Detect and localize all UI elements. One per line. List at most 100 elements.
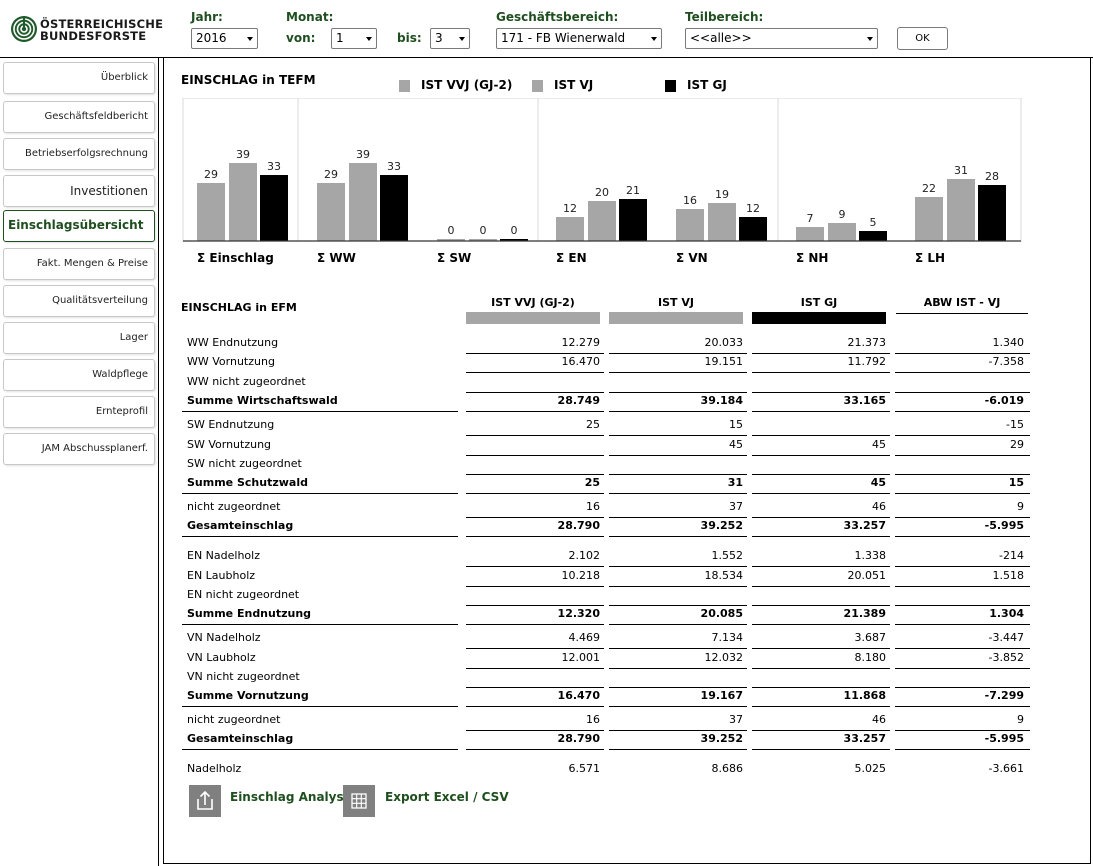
- sidebar-item-jam-abschussplanerf[interactable]: JAM Abschussplanerf.: [3, 433, 155, 465]
- table-row: Summe Endnutzung 12.320 20.085 21.389 1.304: [182, 605, 1030, 625]
- table-cell: 11.792: [847, 355, 887, 368]
- category-label: Σ LH: [915, 251, 945, 265]
- row-label: EN nicht zugeordnet: [187, 588, 300, 601]
- table-title: EINSCHLAG in EFM: [181, 301, 297, 314]
- table-cell: -5.995: [984, 519, 1024, 532]
- logo-text-line2: BUNDESFORSTE: [40, 29, 147, 43]
- table-cell: 10.218: [561, 569, 601, 582]
- row-label: Gesamteinschlag: [187, 519, 294, 532]
- von-select[interactable]: 1: [331, 28, 377, 49]
- data-label: 33: [387, 160, 401, 173]
- table-row: SW Endnutzung 25 15 -15: [182, 416, 1030, 436]
- analyse-button[interactable]: [189, 785, 221, 817]
- chart-bar: [708, 203, 736, 241]
- table-cell: -7.358: [988, 355, 1024, 368]
- table-cell: 2.102: [568, 549, 601, 562]
- cell-divider: [752, 749, 890, 750]
- row-divider: [182, 706, 458, 707]
- sidebar-item-waldpflege[interactable]: Waldpflege: [3, 359, 155, 391]
- teilbereich-select[interactable]: <<alle>>: [685, 28, 878, 49]
- table-row: Gesamteinschlag 28.790 39.252 33.257 -5.995: [182, 517, 1030, 537]
- data-label: 39: [356, 148, 370, 161]
- sidebar-item-ernteprofil[interactable]: Ernteprofil: [3, 396, 155, 428]
- geschaeftsbereich-value: 171 - FB Wienerwald: [501, 31, 626, 45]
- cell-divider: [466, 624, 604, 625]
- cell-divider: [895, 411, 1030, 412]
- data-label: 21: [626, 184, 640, 197]
- data-label: 0: [480, 224, 487, 237]
- table-row: EN Laubholz 10.218 18.534 20.051 1.518: [182, 567, 1030, 587]
- category-label: Σ EN: [556, 251, 587, 265]
- table-cell: 19.167: [700, 689, 743, 702]
- table-cell: 11.868: [843, 689, 886, 702]
- analyse-link[interactable]: Einschlag Analyse: [230, 790, 352, 804]
- legend-label-gj: IST GJ: [687, 78, 727, 92]
- table-cell: 29: [1010, 438, 1024, 451]
- table-cell: 46: [872, 713, 886, 726]
- row-label: Summe Endnutzung: [187, 607, 312, 620]
- sidebar-item-ueberblick[interactable]: Überblick: [3, 62, 155, 94]
- row-divider: [182, 749, 458, 750]
- table-row: Summe Schutzwald 25 31 45 15: [182, 474, 1030, 494]
- table-cell: 39.252: [700, 732, 743, 745]
- chart-bar: [588, 201, 616, 241]
- chevron-down-icon: [366, 37, 372, 41]
- row-label: VN Laubholz: [187, 651, 256, 664]
- sidebar-item-geschaeftsfeldbericht[interactable]: Geschäftsfeldbericht: [3, 101, 155, 133]
- table-cell: -5.995: [984, 732, 1024, 745]
- category-label: Σ VN: [676, 251, 708, 265]
- data-label: 0: [448, 224, 455, 237]
- row-label: SW Endnutzung: [187, 418, 275, 431]
- teilbereich-label: Teilbereich:: [685, 10, 764, 24]
- table-row: SW Vornutzung 45 45 29: [182, 436, 1030, 456]
- table-cell: -214: [999, 549, 1024, 562]
- table-cell: 16: [586, 713, 600, 726]
- table-row: WW Endnutzung 12.279 20.033 21.373 1.340: [182, 334, 1030, 354]
- cell-divider: [609, 493, 747, 494]
- cell-divider: [752, 411, 890, 412]
- bis-select[interactable]: 3: [430, 28, 470, 49]
- cell-divider: [466, 749, 604, 750]
- ok-button[interactable]: OK: [897, 27, 948, 50]
- legend-label-vvj: IST VVJ (GJ-2): [421, 78, 513, 92]
- table-cell: 16.470: [561, 355, 601, 368]
- bis-label: bis:: [397, 31, 422, 45]
- row-label: EN Nadelholz: [187, 549, 260, 562]
- row-label: VN nicht zugeordnet: [187, 670, 300, 683]
- sidebar-item-qualitaetsverteilung[interactable]: Qualitätsverteilung: [3, 285, 155, 317]
- cell-divider: [466, 411, 604, 412]
- sidebar-item-lager[interactable]: Lager: [3, 322, 155, 354]
- sidebar-item-einschlagsuebersicht[interactable]: Einschlagsübersicht: [3, 210, 155, 242]
- company-logo: ÖSTERREICHISCHE BUNDESFORSTE: [10, 14, 163, 50]
- row-label: EN Laubholz: [187, 569, 256, 582]
- geschaeftsbereich-select[interactable]: 171 - FB Wienerwald: [496, 28, 662, 49]
- table-cell: 18.534: [704, 569, 744, 582]
- bis-value: 3: [435, 31, 443, 45]
- sidebar-item-betriebserfolgsrechnung[interactable]: Betriebserfolgsrechnung: [3, 138, 155, 170]
- export-button[interactable]: [343, 785, 375, 817]
- category-label: Σ NH: [796, 251, 828, 265]
- sidebar-item-fakt-mengen-preise[interactable]: Fakt. Mengen & Preise: [3, 248, 155, 280]
- row-divider: [182, 536, 458, 537]
- col-underline-abw: [896, 313, 1028, 314]
- table-row: Summe Vornutzung 16.470 19.167 11.868 -7.299: [182, 687, 1030, 707]
- legend-swatch-vj: [532, 80, 543, 92]
- cell-divider: [895, 749, 1030, 750]
- export-link[interactable]: Export Excel / CSV: [385, 790, 509, 804]
- chart-bar: [260, 175, 288, 241]
- table-cell: 21.373: [847, 336, 887, 349]
- data-label: 5: [870, 216, 877, 229]
- sidebar-item-investitionen[interactable]: Investitionen: [3, 175, 155, 207]
- table-cell: 16: [586, 500, 600, 513]
- cell-divider: [895, 493, 1030, 494]
- jahr-label: Jahr:: [191, 10, 223, 24]
- cell-divider: [609, 624, 747, 625]
- chart-title: EINSCHLAG in TEFM: [181, 73, 316, 87]
- table-row: nicht zugeordnet 16 37 46 9: [182, 498, 1030, 518]
- cell-divider: [466, 706, 604, 707]
- table-cell: 15: [1008, 476, 1024, 489]
- chart-bar: [796, 227, 824, 241]
- col-header-abw: ABW IST - VJ: [923, 296, 1001, 309]
- cell-divider: [752, 706, 890, 707]
- jahr-select[interactable]: 2016: [191, 28, 258, 49]
